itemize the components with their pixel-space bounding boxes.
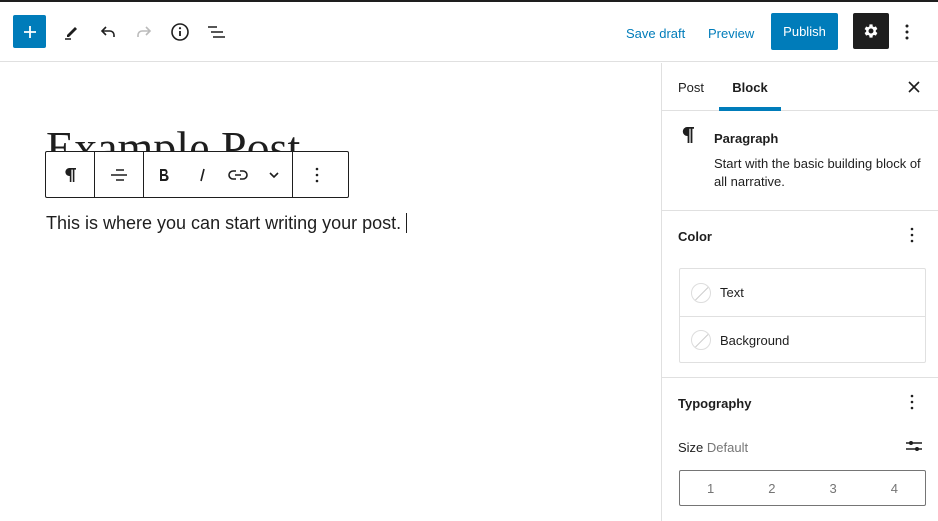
block-inserter-button[interactable] xyxy=(13,15,46,48)
block-options-button[interactable] xyxy=(293,152,341,197)
paragraph-icon xyxy=(65,167,76,182)
size-option-3[interactable]: 3 xyxy=(803,471,864,505)
active-tab-indicator xyxy=(719,107,781,111)
block-switcher-group xyxy=(46,152,95,197)
text-color-button[interactable]: Text xyxy=(680,269,925,316)
tools-button[interactable] xyxy=(56,17,86,47)
background-color-button[interactable]: Background xyxy=(680,316,925,363)
background-color-label: Background xyxy=(720,332,790,348)
font-size-picker: 1 2 3 4 xyxy=(679,470,926,506)
color-panel-title: Color xyxy=(678,229,712,244)
more-vertical-icon xyxy=(315,167,319,182)
size-option-4[interactable]: 4 xyxy=(864,471,925,505)
more-vertical-icon xyxy=(910,227,914,243)
pencil-icon xyxy=(65,27,77,40)
size-option-2[interactable]: 2 xyxy=(741,471,802,505)
tab-post[interactable]: Post xyxy=(675,63,707,111)
settings-button[interactable] xyxy=(853,13,889,49)
close-icon xyxy=(908,81,920,93)
text-color-label: Text xyxy=(720,285,744,300)
size-label-text: Size xyxy=(678,440,704,455)
chevron-down-icon xyxy=(269,171,279,178)
settings-sidebar: Post Block Paragraph Start with the basi… xyxy=(661,63,938,521)
undo-icon xyxy=(100,26,115,37)
more-formats-button[interactable] xyxy=(256,152,292,197)
link-icon xyxy=(228,169,248,180)
save-draft-button[interactable]: Save draft xyxy=(626,16,685,50)
more-vertical-icon xyxy=(910,394,914,410)
typography-panel: Typography Size Default 1 2 3 4 xyxy=(662,378,938,521)
color-panel: Color Text Background xyxy=(662,211,938,378)
format-group xyxy=(144,152,293,197)
size-value: Default xyxy=(706,440,749,455)
align-left-icon xyxy=(111,168,127,181)
empty-swatch-icon xyxy=(691,330,711,350)
sliders-icon xyxy=(906,441,922,451)
info-icon xyxy=(171,23,189,41)
text-caret xyxy=(406,213,408,233)
close-sidebar-button[interactable] xyxy=(902,75,926,99)
block-card-title: Paragraph xyxy=(714,131,779,146)
details-button[interactable] xyxy=(165,17,195,47)
font-size-label: Size Default xyxy=(678,440,748,455)
options-group xyxy=(293,152,341,197)
link-button[interactable] xyxy=(220,152,256,197)
size-option-1[interactable]: 1 xyxy=(680,471,741,505)
editor-header: Save draft Preview Publish xyxy=(0,2,938,62)
redo-button[interactable] xyxy=(129,17,159,47)
plus-icon xyxy=(23,25,36,38)
align-group xyxy=(95,152,144,197)
custom-size-toggle[interactable] xyxy=(904,436,924,456)
paragraph-block[interactable]: This is where you can start writing your… xyxy=(46,213,408,234)
block-card: Paragraph Start with the basic building … xyxy=(662,112,938,211)
paragraph-icon xyxy=(681,126,695,149)
bold-button[interactable] xyxy=(144,152,184,197)
typography-panel-title: Typography xyxy=(678,396,752,411)
undo-button[interactable] xyxy=(93,17,123,47)
redo-icon xyxy=(137,26,152,37)
color-settings-list: Text Background xyxy=(679,268,926,363)
color-options-button[interactable] xyxy=(902,223,922,247)
italic-button[interactable] xyxy=(184,152,220,197)
options-button[interactable] xyxy=(897,16,917,48)
sidebar-tabs: Post Block xyxy=(662,63,938,111)
empty-swatch-icon xyxy=(691,282,711,303)
block-card-description: Start with the basic building block of a… xyxy=(714,156,921,189)
typography-options-button[interactable] xyxy=(902,390,922,414)
paragraph-text: This is where you can start writing your… xyxy=(46,213,402,233)
list-view-icon xyxy=(208,26,225,38)
more-vertical-icon xyxy=(905,24,909,40)
align-button[interactable] xyxy=(95,152,143,197)
tab-block[interactable]: Block xyxy=(719,63,781,111)
publish-button[interactable]: Publish xyxy=(771,13,838,50)
list-view-button[interactable] xyxy=(201,17,231,47)
italic-icon xyxy=(200,168,205,181)
block-toolbar xyxy=(45,151,349,198)
bold-icon xyxy=(160,168,169,181)
editor-canvas: Example Post This is where you can start… xyxy=(0,63,661,521)
block-type-button[interactable] xyxy=(46,152,94,197)
preview-button[interactable]: Preview xyxy=(708,16,754,50)
gear-icon xyxy=(864,24,878,38)
